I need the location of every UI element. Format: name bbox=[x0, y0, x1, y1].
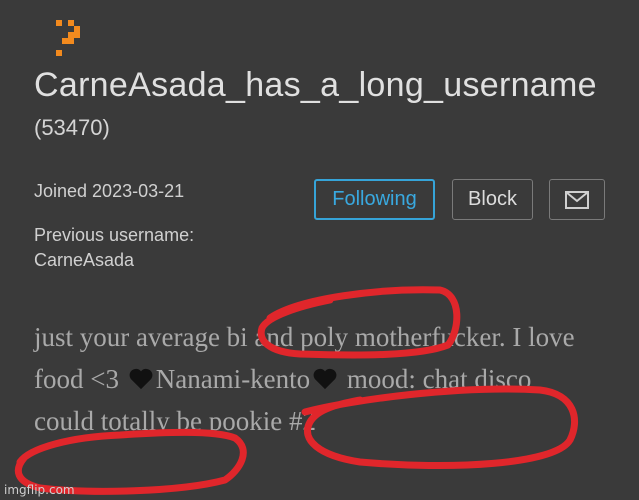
bio-text-2: Nanami-kento bbox=[155, 364, 311, 394]
previous-username-label: Previous username: bbox=[34, 225, 195, 245]
imgflip-watermark: imgflip.com bbox=[4, 483, 75, 497]
black-heart-icon bbox=[313, 368, 337, 390]
profile-user-id: (53470) bbox=[34, 115, 110, 140]
site-logo-icon bbox=[56, 20, 80, 56]
previous-username: CarneAsada bbox=[34, 250, 135, 270]
profile-username: CarneAsada_has_a_long_username bbox=[34, 66, 597, 104]
black-heart-icon bbox=[129, 368, 153, 390]
joined-date: Joined 2023-03-21 bbox=[34, 181, 185, 201]
message-button[interactable] bbox=[549, 179, 605, 220]
following-button[interactable]: Following bbox=[314, 179, 435, 220]
profile-bio: just your average bi and poly motherfuck… bbox=[34, 316, 594, 442]
block-button[interactable]: Block bbox=[452, 179, 533, 220]
envelope-icon bbox=[565, 190, 589, 209]
